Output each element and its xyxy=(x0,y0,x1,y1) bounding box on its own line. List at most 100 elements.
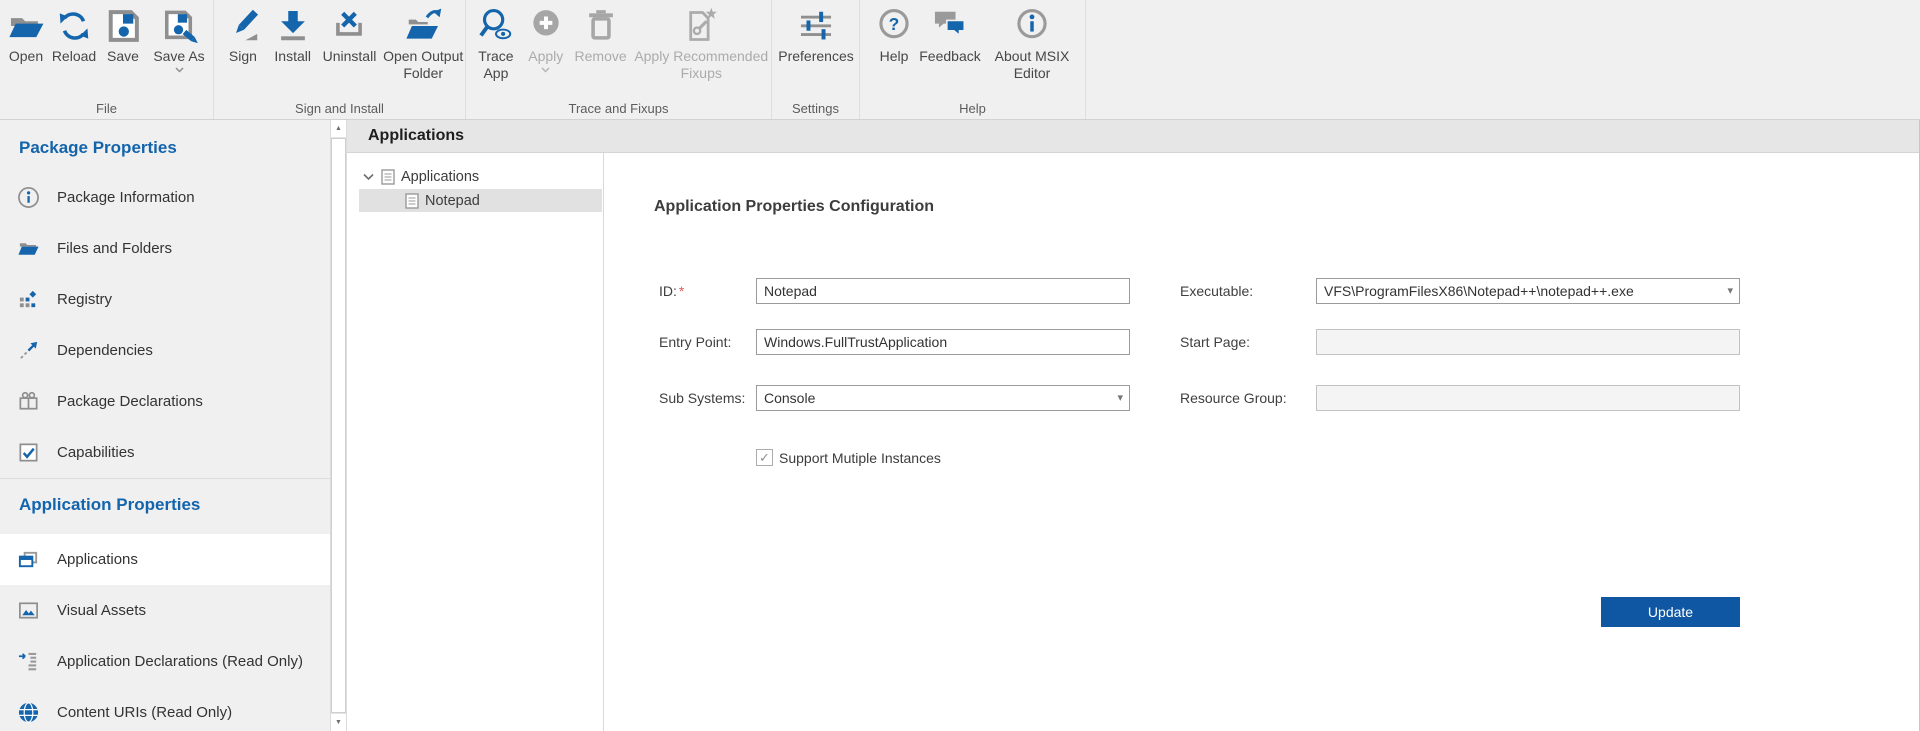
dropdown-arrow-icon: ▾ xyxy=(1117,390,1123,406)
remove-button[interactable]: Remove xyxy=(572,0,630,65)
fixups-document-icon xyxy=(681,7,721,45)
apply-plus-icon xyxy=(526,7,566,45)
app-window-icon xyxy=(17,548,40,571)
resource-group-label: Resource Group: xyxy=(1180,385,1287,411)
tree-item-applications[interactable]: Applications xyxy=(347,165,603,188)
tree-item-notepad[interactable]: Notepad xyxy=(359,189,602,212)
sidebar-item-package-declarations[interactable]: Package Declarations xyxy=(0,376,330,427)
ribbon-group-sign-and-install-label: Sign and Install xyxy=(214,101,465,116)
apply-button[interactable]: Apply xyxy=(522,0,570,73)
gift-icon xyxy=(17,390,40,413)
sign-button[interactable]: Sign xyxy=(220,0,266,65)
feedback-button[interactable]: Feedback xyxy=(918,0,982,65)
ribbon-group-help: ? Help Feedback About MSIX Editor Help xyxy=(860,0,1086,119)
tree-item-notepad-label: Notepad xyxy=(425,193,480,209)
support-multiple-instances-label: Support Mutiple Instances xyxy=(779,450,941,466)
sidebar-scrollbar[interactable]: ▲ ▼ xyxy=(330,120,347,731)
save-button-label: Save xyxy=(107,48,139,65)
sidebar-item-capabilities[interactable]: Capabilities xyxy=(0,427,330,478)
registry-grid-icon xyxy=(17,288,40,311)
tree-item-applications-label: Applications xyxy=(401,169,479,185)
chevron-down-icon xyxy=(175,67,184,73)
package-properties-header: Package Properties xyxy=(0,120,330,172)
ribbon-group-trace-and-fixups: Trace App Apply Remove Apply Recommended… xyxy=(466,0,772,119)
svg-text:?: ? xyxy=(889,14,900,34)
trace-app-icon xyxy=(476,7,516,45)
support-multiple-instances-checkbox[interactable]: ✓ Support Mutiple Instances xyxy=(756,449,941,466)
start-page-input xyxy=(1316,329,1740,355)
folder-icon xyxy=(17,237,40,260)
ribbon-group-trace-and-fixups-label: Trace and Fixups xyxy=(466,101,771,116)
ribbon-group-settings: Preferences Settings xyxy=(772,0,860,119)
dependencies-arrow-icon xyxy=(17,339,40,362)
reload-button[interactable]: Reload xyxy=(50,0,98,65)
open-output-folder-icon xyxy=(403,7,443,45)
install-button-label: Install xyxy=(274,48,311,65)
install-arrow-icon xyxy=(273,7,313,45)
info-circle-icon xyxy=(17,186,40,209)
start-page-label: Start Page: xyxy=(1180,329,1250,355)
about-msix-editor-button[interactable]: About MSIX Editor xyxy=(984,0,1080,82)
help-button[interactable]: ? Help xyxy=(872,0,916,65)
navigation-sidebar: Package Properties Package Information F… xyxy=(0,120,330,731)
document-icon xyxy=(405,193,419,209)
sidebar-item-files-and-folders[interactable]: Files and Folders xyxy=(0,223,330,274)
open-output-folder-button[interactable]: Open Output Folder xyxy=(381,0,465,82)
executable-combobox[interactable]: VFS\ProgramFilesX86\Notepad++\notepad++.… xyxy=(1316,278,1740,304)
chevron-down-icon[interactable] xyxy=(363,173,374,181)
application-properties-form: Application Properties Configuration ID:… xyxy=(604,153,1919,731)
checked-box-icon xyxy=(17,441,40,464)
apply-button-label: Apply xyxy=(528,48,563,65)
id-label: ID:* xyxy=(659,278,684,304)
apply-recommended-fixups-button-label: Apply Recommended Fixups xyxy=(631,48,771,82)
sidebar-item-content-uris[interactable]: Content URIs (Read Only) xyxy=(0,687,330,731)
preferences-sliders-icon xyxy=(796,7,836,45)
sidebar-item-applications[interactable]: Applications xyxy=(0,534,330,585)
scrollbar-thumb[interactable] xyxy=(331,138,346,713)
save-icon xyxy=(103,7,143,45)
sidebar-item-application-declarations[interactable]: Application Declarations (Read Only) xyxy=(0,636,330,687)
uninstall-button[interactable]: Uninstall xyxy=(320,0,380,65)
feedback-button-label: Feedback xyxy=(919,48,980,65)
globe-icon xyxy=(17,701,40,724)
sub-systems-combobox[interactable]: Console ▾ xyxy=(756,385,1130,411)
form-title: Application Properties Configuration xyxy=(654,198,934,216)
update-button[interactable]: Update xyxy=(1601,597,1740,627)
save-as-button[interactable]: Save As xyxy=(148,0,210,73)
entry-point-input[interactable] xyxy=(756,329,1130,355)
dropdown-arrow-icon: ▾ xyxy=(1727,283,1733,299)
id-input[interactable] xyxy=(756,278,1130,304)
open-output-folder-button-label: Open Output Folder xyxy=(381,48,465,82)
save-as-icon xyxy=(159,7,199,45)
help-button-label: Help xyxy=(880,48,909,65)
ribbon-group-file-label: File xyxy=(0,101,213,116)
remove-trash-icon xyxy=(581,7,621,45)
image-icon xyxy=(17,599,40,622)
sign-pencil-icon xyxy=(223,7,263,45)
scrollbar-up-arrow-icon[interactable]: ▲ xyxy=(331,120,346,138)
install-button[interactable]: Install xyxy=(268,0,318,65)
sidebar-item-dependencies[interactable]: Dependencies xyxy=(0,325,330,376)
sidebar-item-package-information[interactable]: Package Information xyxy=(0,172,330,223)
msix-editor-window: Open Reload Save Save As File xyxy=(0,0,1920,731)
ribbon-group-sign-and-install: Sign Install Uninstall Open Output Folde… xyxy=(214,0,466,119)
sidebar-item-visual-assets[interactable]: Visual Assets xyxy=(0,585,330,636)
required-asterisk: * xyxy=(679,283,684,299)
chevron-down-icon xyxy=(541,67,550,73)
executable-label: Executable: xyxy=(1180,278,1253,304)
open-button[interactable]: Open xyxy=(4,0,48,65)
sidebar-item-registry[interactable]: Registry xyxy=(0,274,330,325)
ribbon-toolbar: Open Reload Save Save As File xyxy=(0,0,1920,120)
uninstall-icon xyxy=(329,7,369,45)
apply-recommended-fixups-button[interactable]: Apply Recommended Fixups xyxy=(631,0,771,82)
scrollbar-down-arrow-icon[interactable]: ▼ xyxy=(331,713,346,731)
checkbox-checkmark-icon[interactable]: ✓ xyxy=(756,449,773,466)
ribbon-group-help-label: Help xyxy=(860,101,1085,116)
save-button[interactable]: Save xyxy=(100,0,146,65)
declarations-list-icon xyxy=(17,650,40,673)
trace-app-button[interactable]: Trace App xyxy=(472,0,520,82)
preferences-button[interactable]: Preferences xyxy=(776,0,856,65)
page-title: Applications xyxy=(347,120,1919,151)
about-msix-editor-button-label: About MSIX Editor xyxy=(984,48,1080,82)
resource-group-input xyxy=(1316,385,1740,411)
